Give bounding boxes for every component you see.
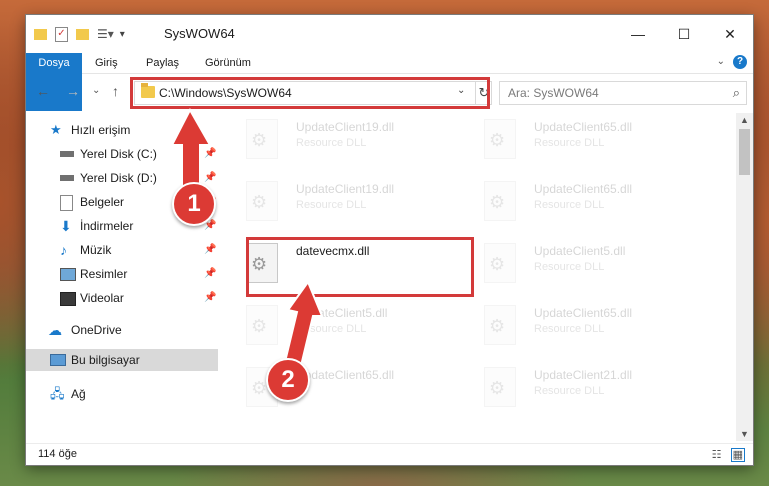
nav-item-label: Yerel Disk (D:) bbox=[80, 171, 157, 185]
new-folder-icon[interactable] bbox=[76, 28, 89, 40]
nav-item-label: Hızlı erişim bbox=[71, 123, 131, 137]
help-icon[interactable]: ? bbox=[733, 55, 747, 69]
file-item[interactable]: UpdateClient21.dll Resource DLL bbox=[462, 361, 700, 419]
file-name: UpdateClient65.dll bbox=[534, 182, 633, 196]
file-item[interactable]: UpdateClient19.dll Resource DLL bbox=[224, 113, 462, 171]
file-type: Resource DLL bbox=[534, 261, 605, 273]
view-toggle[interactable]: ☷ ▦ bbox=[712, 448, 745, 462]
nav-item-pictures[interactable]: Resimler 📌 bbox=[26, 263, 218, 285]
nav-item-onedrive[interactable]: ☁ OneDrive bbox=[26, 319, 218, 341]
file-name: UpdateClient65.dll bbox=[534, 306, 633, 320]
ribbon-tabs: Dosya Giriş Paylaş Görünüm ⌄ ? bbox=[26, 53, 753, 111]
cloud-icon: ☁ bbox=[48, 322, 62, 338]
file-item[interactable]: UpdateClient19.dll Resource DLL bbox=[224, 175, 462, 233]
scroll-down-icon[interactable]: ▼ bbox=[740, 429, 749, 439]
nav-item-label: Müzik bbox=[80, 243, 112, 257]
tiles-view-icon[interactable]: ▦ bbox=[730, 448, 745, 462]
dll-file-icon bbox=[484, 119, 516, 159]
file-item[interactable]: UpdateClient65.dll bbox=[224, 361, 462, 419]
file-name: UpdateClient21.dll bbox=[534, 368, 633, 382]
recent-locations-icon[interactable]: ⌄ bbox=[92, 85, 100, 96]
file-name: UpdateClient19.dll bbox=[296, 182, 395, 196]
nav-item-network[interactable]: 🖧 Ağ bbox=[26, 383, 218, 405]
pictures-icon bbox=[60, 268, 76, 281]
file-type: Resource DLL bbox=[296, 137, 367, 149]
pin-icon: 📌 bbox=[204, 292, 217, 303]
download-icon: ⬇ bbox=[60, 218, 72, 234]
callout-2: 2 bbox=[266, 358, 310, 402]
dll-file-icon bbox=[484, 181, 516, 221]
search-box[interactable]: Ara: SysWOW64 ⌕ bbox=[499, 81, 747, 105]
forward-icon[interactable]: → bbox=[66, 83, 80, 99]
view-icon[interactable]: ☰▾ bbox=[97, 27, 114, 41]
file-type: Resource DLL bbox=[534, 137, 605, 149]
nav-item-label: Ağ bbox=[71, 387, 86, 401]
item-count: 114 öğe bbox=[38, 448, 77, 460]
scroll-up-icon[interactable]: ▲ bbox=[740, 115, 749, 125]
file-item[interactable]: UpdateClient65.dll Resource DLL bbox=[462, 175, 700, 233]
quick-access-toolbar: ✓ ☰▾ ▾ bbox=[34, 24, 125, 44]
nav-item-label: Yerel Disk (C:) bbox=[80, 147, 157, 161]
file-type: Resource DLL bbox=[534, 323, 605, 335]
up-icon[interactable]: ↑ bbox=[112, 83, 119, 99]
nav-item-label: İndirmeler bbox=[80, 219, 134, 233]
drive-icon bbox=[60, 151, 74, 157]
dll-file-icon bbox=[484, 243, 516, 283]
nav-item-music[interactable]: ♪ Müzik 📌 bbox=[26, 239, 218, 261]
file-type: Resource DLL bbox=[534, 199, 605, 211]
nav-item-label: Videolar bbox=[80, 291, 124, 305]
search-input[interactable]: Ara: SysWOW64 bbox=[508, 86, 599, 100]
nav-item-label: Bu bilgisayar bbox=[71, 353, 140, 367]
file-item[interactable]: UpdateClient65.dll Resource DLL bbox=[462, 113, 700, 171]
scroll-thumb[interactable] bbox=[739, 129, 750, 175]
search-icon[interactable]: ⌕ bbox=[733, 85, 740, 101]
file-type: Resource DLL bbox=[534, 385, 605, 397]
dll-file-icon bbox=[246, 119, 278, 159]
window-title: SysWOW64 bbox=[164, 26, 235, 41]
music-icon: ♪ bbox=[60, 242, 67, 258]
nav-item-label: OneDrive bbox=[71, 323, 122, 337]
pin-icon: 📌 bbox=[204, 244, 217, 255]
expand-ribbon-icon[interactable]: ⌄ bbox=[717, 56, 725, 67]
file-type: Resource DLL bbox=[296, 199, 367, 211]
close-button[interactable]: ✕ bbox=[707, 15, 753, 53]
network-icon: 🖧 bbox=[50, 386, 65, 401]
dll-file-icon bbox=[484, 367, 516, 407]
back-icon[interactable]: ← bbox=[36, 83, 50, 99]
file-item[interactable]: UpdateClient65.dll Resource DLL bbox=[462, 299, 700, 357]
tab-home[interactable]: Giriş bbox=[84, 53, 129, 73]
callout-1: 1 bbox=[172, 182, 216, 226]
folder-icon bbox=[34, 28, 47, 40]
video-icon bbox=[60, 292, 76, 306]
status-bar: 114 öğe ☷ ▦ bbox=[26, 443, 753, 466]
documents-icon bbox=[60, 195, 73, 211]
explorer-window: ✓ ☰▾ ▾ SysWOW64 — ☐ ✕ Dosya Giriş Paylaş… bbox=[26, 15, 753, 465]
nav-item-label: Resimler bbox=[80, 267, 128, 281]
customize-toolbar-icon[interactable]: ▾ bbox=[120, 29, 125, 40]
properties-icon[interactable]: ✓ bbox=[55, 26, 68, 42]
nav-item-videos[interactable]: Videolar 📌 bbox=[26, 287, 218, 309]
tab-share[interactable]: Paylaş bbox=[135, 53, 190, 73]
drive-icon bbox=[60, 175, 74, 181]
tab-view[interactable]: Görünüm bbox=[194, 53, 262, 73]
file-name: UpdateClient19.dll bbox=[296, 120, 395, 134]
computer-icon bbox=[50, 354, 66, 366]
details-view-icon[interactable]: ☷ bbox=[712, 449, 722, 461]
dll-file-icon bbox=[484, 305, 516, 345]
minimize-button[interactable]: — bbox=[615, 15, 661, 53]
file-item[interactable]: UpdateClient5.dll Resource DLL bbox=[462, 237, 700, 295]
nav-item-label: Belgeler bbox=[80, 195, 125, 209]
star-icon: ★ bbox=[50, 122, 62, 137]
file-name: UpdateClient5.dll bbox=[534, 244, 626, 258]
file-item[interactable]: UpdateClient5.dll Resource DLL bbox=[224, 299, 462, 357]
nav-item-this-pc[interactable]: Bu bilgisayar bbox=[26, 349, 218, 371]
title-bar: ✓ ☰▾ ▾ SysWOW64 — ☐ ✕ bbox=[26, 15, 753, 53]
maximize-button[interactable]: ☐ bbox=[661, 15, 707, 53]
pin-icon: 📌 bbox=[204, 268, 217, 279]
vertical-scrollbar[interactable]: ▲ ▼ bbox=[736, 113, 753, 441]
dll-file-icon bbox=[246, 181, 278, 221]
file-name: UpdateClient65.dll bbox=[534, 120, 633, 134]
navigation-bar: ← → ⌄ ↑ C:\Windows\SysWOW64 ⌄ ↻ Ara: Sys… bbox=[26, 75, 753, 109]
